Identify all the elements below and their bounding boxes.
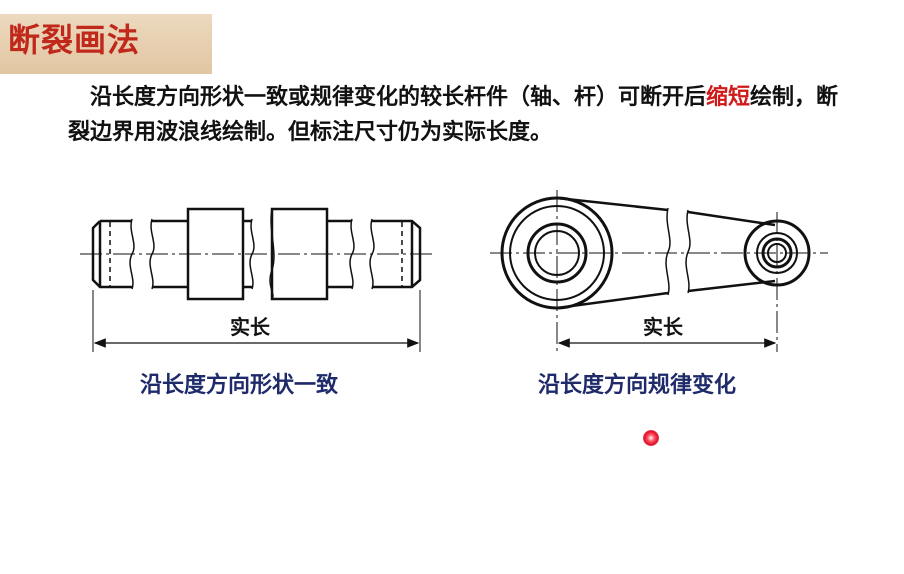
right-dimension-label: 实长 <box>643 315 684 339</box>
drawings: 实长 实长 <box>80 190 828 352</box>
left-caption: 沿长度方向形状一致 <box>140 373 339 398</box>
left-dimension-label: 实长 <box>230 315 271 339</box>
right-caption: 沿长度方向规律变化 <box>538 373 737 398</box>
slide: { "title": "断裂画法", "paragraph": { "inden… <box>0 0 904 574</box>
laser-pointer-dot <box>643 430 659 446</box>
